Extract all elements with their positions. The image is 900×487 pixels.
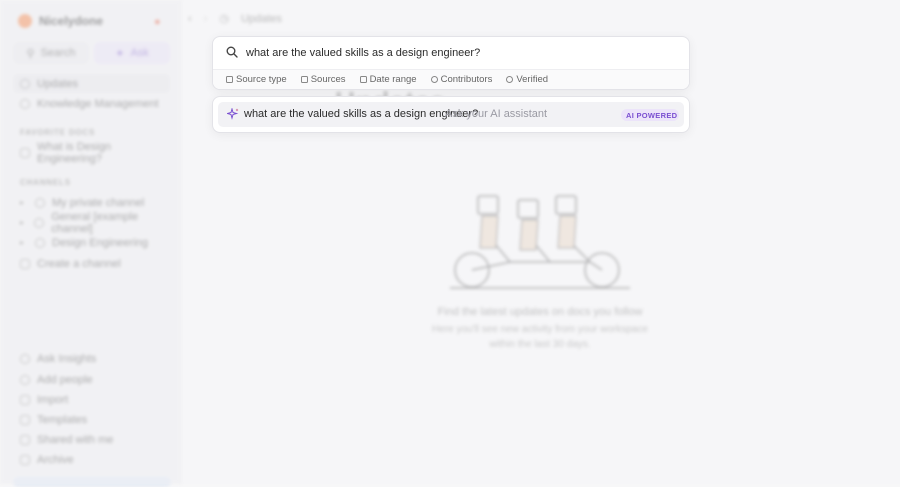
filter-label: Contributors xyxy=(440,74,493,85)
search-filter-bar: Source type Sources Date range Contribut… xyxy=(213,69,689,89)
ai-suggestion-item[interactable]: what are the valued skills as a design e… xyxy=(218,102,684,127)
ai-suggestion-dropdown: what are the valued skills as a design e… xyxy=(212,96,690,133)
tag-icon xyxy=(226,76,233,83)
ai-powered-badge: AI POWERED xyxy=(621,109,679,121)
filter-source-type[interactable]: Source type xyxy=(226,74,287,85)
suggestion-query-text: what are the valued skills as a design e… xyxy=(244,108,479,120)
filter-date-range[interactable]: Date range xyxy=(359,74,417,85)
filter-sources[interactable]: Sources xyxy=(300,74,346,85)
search-input[interactable] xyxy=(246,43,676,63)
filter-label: Verified xyxy=(516,74,549,85)
filter-label: Source type xyxy=(236,74,287,85)
filter-contributors[interactable]: Contributors xyxy=(430,74,493,85)
filter-verified[interactable]: Verified xyxy=(506,74,548,85)
filter-label: Date range xyxy=(369,74,417,85)
calendar-icon xyxy=(359,76,367,83)
search-bar xyxy=(213,37,689,69)
search-dialog: Source type Sources Date range Contribut… xyxy=(212,36,690,90)
person-icon xyxy=(430,76,438,83)
suggestion-hint-text: Ask your AI assistant xyxy=(445,108,548,120)
check-circle-icon xyxy=(506,76,514,83)
filter-label: Sources xyxy=(310,74,346,85)
search-icon xyxy=(226,46,238,58)
sparkle-icon xyxy=(227,108,239,120)
doc-icon xyxy=(300,76,308,83)
